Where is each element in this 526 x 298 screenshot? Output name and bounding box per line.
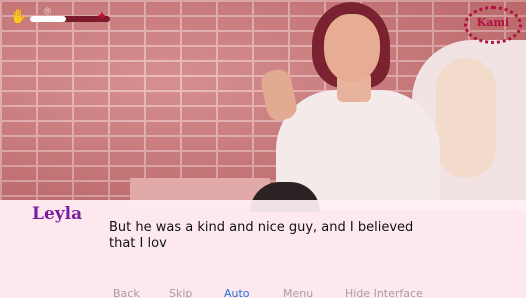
- location-pin-icon: ⌾: [44, 4, 52, 18]
- hand-icon: ✋: [10, 9, 28, 25]
- game-scene[interactable]: ✋ ⌾ ✦ Kami Leyla But he was a kind and n…: [0, 0, 526, 298]
- dragon-icon: ✦: [96, 9, 108, 25]
- back-button[interactable]: Back: [113, 287, 140, 298]
- kami-logo: Kami: [464, 6, 522, 44]
- skip-button[interactable]: Skip: [169, 287, 192, 298]
- progress-hud: ✋ ⌾ ✦: [6, 4, 116, 34]
- second-character-hair: [436, 58, 496, 178]
- logo-text: Kami: [476, 16, 510, 29]
- quick-menu: Back Skip Auto Menu Hide Interface: [0, 287, 526, 298]
- dialogue-text: But he was a kind and nice guy, and I be…: [109, 220, 414, 251]
- hide-interface-button[interactable]: Hide Interface: [345, 287, 423, 298]
- leyla-head: [324, 14, 380, 82]
- speaker-name: Leyla: [32, 204, 83, 224]
- menu-button[interactable]: Menu: [283, 287, 313, 298]
- auto-button[interactable]: Auto: [224, 287, 250, 298]
